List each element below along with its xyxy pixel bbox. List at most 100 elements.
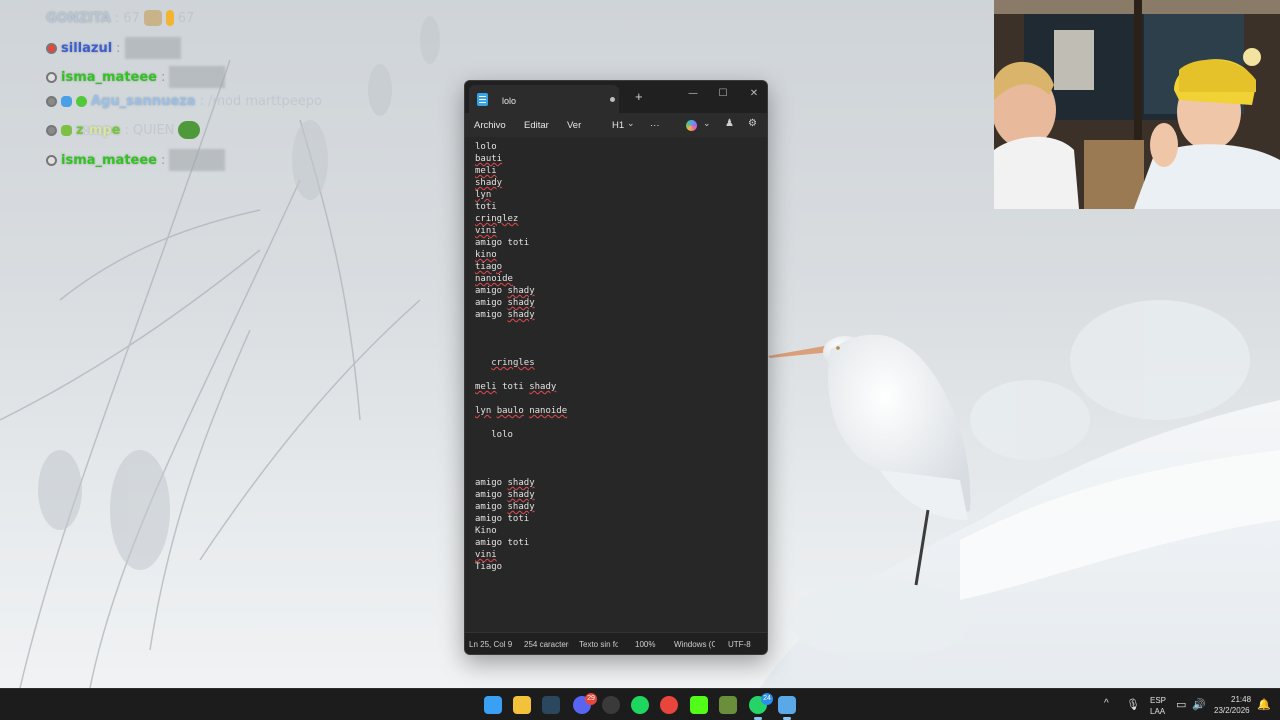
volume-icon[interactable]: 🔊 <box>1192 698 1206 711</box>
text-line[interactable]: vini <box>475 225 767 237</box>
text-line[interactable]: amigo shady <box>475 489 767 501</box>
text-line[interactable]: lyn baulo nanoide <box>475 405 767 417</box>
new-tab-button[interactable]: + <box>635 89 643 104</box>
line-ending[interactable]: Windows (CRLF) <box>674 640 715 649</box>
text-line[interactable]: amigo shady <box>475 309 767 321</box>
unsaved-dot-icon[interactable] <box>610 97 615 102</box>
chrome-taskbar-icon[interactable] <box>660 696 678 714</box>
maximize-button[interactable]: ☐ <box>715 86 731 102</box>
tab-title: lolo <box>502 96 517 106</box>
chat-username: z:mpe <box>76 122 121 138</box>
notepad-icon <box>477 93 488 106</box>
text-line[interactable]: meli <box>475 165 767 177</box>
zoom-level[interactable]: 100% <box>635 640 659 649</box>
text-line[interactable]: amigo shady <box>475 285 767 297</box>
text-line[interactable]: Tiago <box>475 561 767 573</box>
menu-bar: Archivo Editar Ver H1 ⌄ ··· ⌄ ♟ ⚙ <box>465 113 767 137</box>
clock-date[interactable]: 23/2/2026 <box>1214 706 1250 715</box>
minimize-button[interactable]: — <box>685 86 701 102</box>
text-line[interactable]: lyn <box>475 189 767 201</box>
notepad-window[interactable]: lolo + — ☐ ✕ Archivo Editar Ver H1 ⌄ ···… <box>464 80 768 655</box>
text-line[interactable] <box>475 441 767 453</box>
keyboard-layout[interactable]: LAA <box>1150 707 1165 716</box>
text-line[interactable]: amigo shady <box>475 477 767 489</box>
text-line[interactable] <box>475 393 767 405</box>
text-line[interactable]: lolo <box>475 429 767 441</box>
text-line[interactable]: amigo toti <box>475 537 767 549</box>
tab-lolo[interactable]: lolo <box>469 85 619 113</box>
clock-time[interactable]: 21:48 <box>1231 695 1251 704</box>
webcam-scene <box>994 0 1280 209</box>
text-line[interactable] <box>475 321 767 333</box>
text-line[interactable]: amigo shady <box>475 297 767 309</box>
format-indicator[interactable]: Texto sin formato <box>579 640 618 649</box>
network-icon[interactable]: ▭ <box>1176 698 1186 711</box>
text-line[interactable] <box>475 453 767 465</box>
text-line[interactable]: shady <box>475 177 767 189</box>
chevron-down-icon[interactable]: ⌄ <box>627 118 635 129</box>
language-indicator[interactable]: ESP <box>1150 696 1166 705</box>
text-line[interactable] <box>475 369 767 381</box>
chat-message: sillazul : <box>46 37 181 59</box>
chat-message: isma_mateee : <box>46 149 226 171</box>
text-line[interactable]: cringles <box>475 357 767 369</box>
discord-taskbar-icon[interactable]: 29 <box>573 693 597 714</box>
text-line[interactable]: lolo <box>475 141 767 153</box>
subscriber-badge-icon <box>46 96 57 107</box>
text-line[interactable]: toti <box>475 201 767 213</box>
file-explorer-taskbar-icon[interactable] <box>513 696 531 714</box>
text-line[interactable]: meli toti shady <box>475 381 767 393</box>
text-line[interactable]: amigo toti <box>475 513 767 525</box>
subscriber-badge-icon <box>46 42 57 54</box>
chat-text: QUIEN <box>132 122 175 138</box>
text-line[interactable]: kino <box>475 249 767 261</box>
blurred-emote <box>124 37 181 59</box>
character-count: 254 caracteres <box>524 640 569 649</box>
chat-message: GONZITA : 67 67 <box>46 10 195 26</box>
chat-username: isma_mateee <box>61 152 157 168</box>
heading-dropdown[interactable]: H1 <box>612 120 624 131</box>
text-line[interactable] <box>475 333 767 345</box>
text-line[interactable] <box>475 417 767 429</box>
diamond-badge-icon <box>61 96 72 107</box>
microphone-icon[interactable]: 🎙 <box>1126 698 1140 711</box>
notification-bell-icon[interactable]: 🔔 <box>1257 698 1271 711</box>
chat-username: GONZITA <box>46 10 111 26</box>
encoding[interactable]: UTF-8 <box>728 640 758 649</box>
text-line[interactable]: Kino <box>475 525 767 537</box>
whatsapp-taskbar-icon[interactable]: 24 <box>749 693 773 714</box>
menu-ver[interactable]: Ver <box>567 120 581 131</box>
text-line[interactable]: tiago <box>475 261 767 273</box>
text-line[interactable]: bauti <box>475 153 767 165</box>
fire-emote-icon <box>165 10 174 26</box>
text-line[interactable] <box>475 345 767 357</box>
obs-taskbar-icon[interactable] <box>602 696 620 714</box>
chevron-down-icon[interactable]: ⌄ <box>703 118 711 129</box>
notification-badge: 24 <box>761 693 773 705</box>
text-line[interactable]: amigo shady <box>475 501 767 513</box>
steam-taskbar-icon[interactable] <box>542 696 560 714</box>
start-button-taskbar-icon[interactable] <box>484 696 502 714</box>
text-line[interactable] <box>475 465 767 477</box>
chat-text: 67 <box>123 10 140 26</box>
subscriber-badge-icon <box>46 71 57 83</box>
gear-icon[interactable]: ⚙ <box>748 118 757 129</box>
text-line[interactable]: cringlez <box>475 213 767 225</box>
spotify-taskbar-icon[interactable] <box>631 696 649 714</box>
menu-archivo[interactable]: Archivo <box>474 120 506 131</box>
close-button[interactable]: ✕ <box>746 86 762 102</box>
copilot-icon[interactable] <box>686 120 697 131</box>
more-options-button[interactable]: ··· <box>650 120 660 131</box>
kick-taskbar-icon[interactable] <box>690 696 708 714</box>
cat-emote-icon <box>143 10 162 26</box>
text-line[interactable]: nanoide <box>475 273 767 285</box>
title-bar[interactable]: lolo + — ☐ ✕ <box>465 81 767 113</box>
menu-editar[interactable]: Editar <box>524 120 549 131</box>
text-editor[interactable]: lolo bauti meli shady lyn toti cringlez vini ami… <box>465 137 767 633</box>
text-line[interactable]: vini <box>475 549 767 561</box>
notepad-taskbar-icon[interactable] <box>778 696 796 714</box>
account-icon[interactable]: ♟ <box>725 118 734 129</box>
minecraft-taskbar-icon[interactable] <box>719 696 737 714</box>
tray-overflow-chevron[interactable]: ^ <box>1104 698 1109 709</box>
text-line[interactable]: amigo toti <box>475 237 767 249</box>
